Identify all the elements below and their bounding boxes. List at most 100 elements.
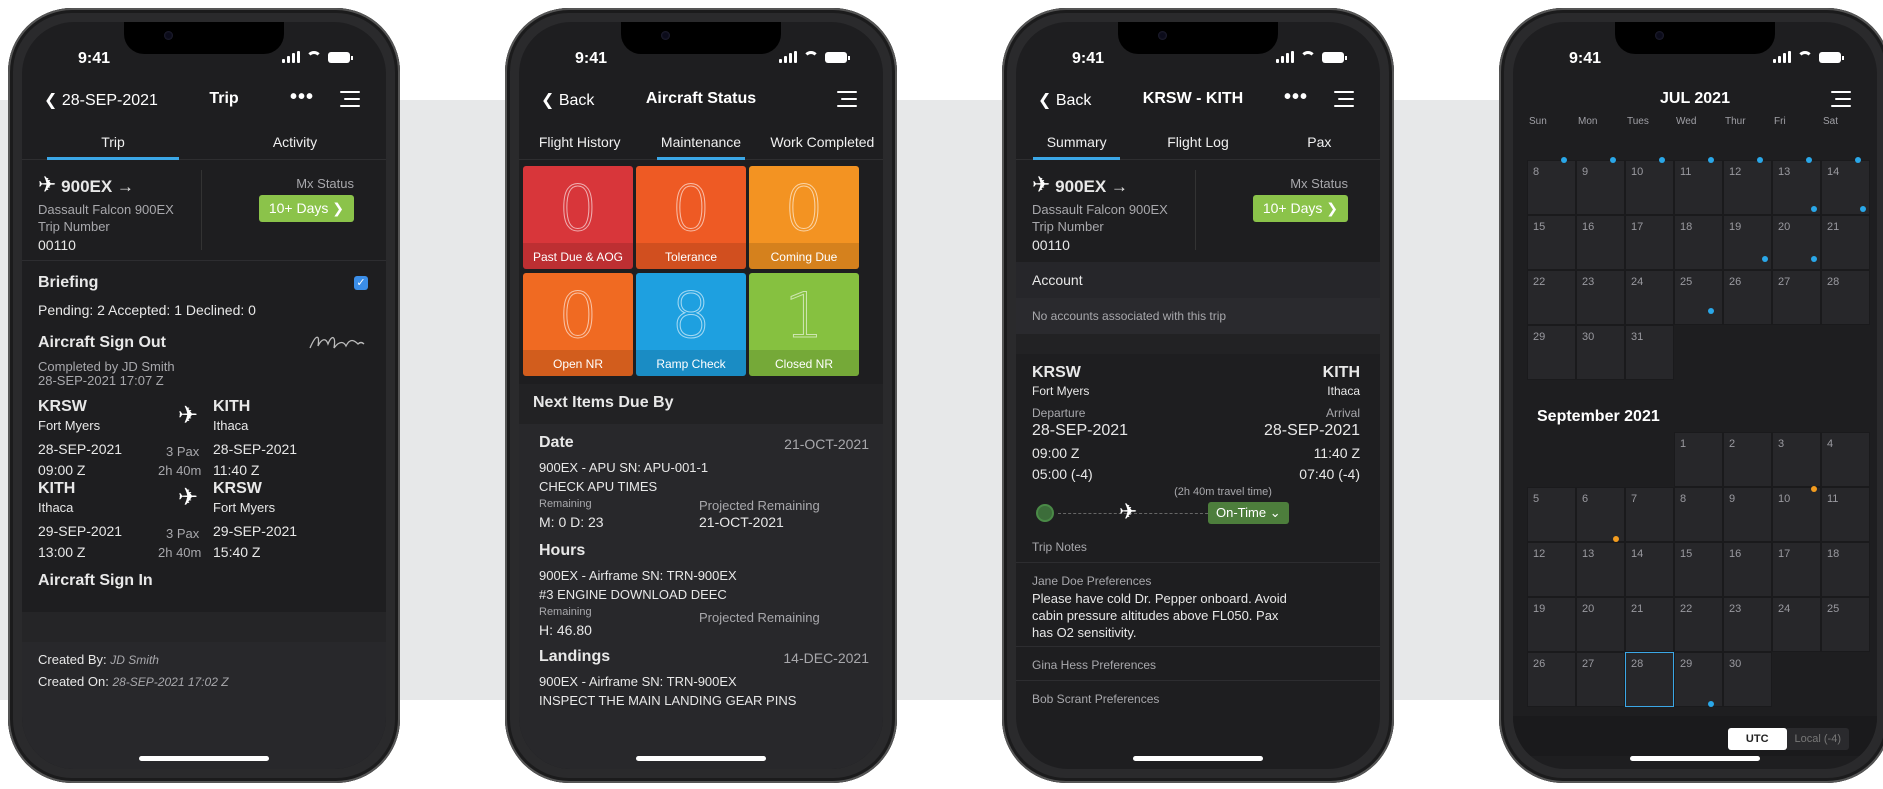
calendar-day[interactable]: 23 — [1723, 597, 1772, 652]
briefing-checkbox[interactable]: ✓ — [354, 276, 368, 290]
summary-content: ✈ 900EX → Dassault Falcon 900EX Trip Num… — [1016, 162, 1380, 769]
status-tile[interactable]: 0 Coming Due — [749, 166, 859, 269]
mx-status-button[interactable]: 10+ Days ❯ — [258, 195, 354, 222]
calendar-day[interactable]: 27 — [1772, 270, 1821, 325]
calendar-day[interactable]: 5 — [1527, 487, 1576, 542]
menu-icon[interactable] — [1831, 91, 1851, 107]
leg-row[interactable]: KRSW Fort Myers 28-SEP-2021 09:00 Z ✈ 3 … — [38, 398, 378, 482]
status-time: 9:41 — [1569, 50, 1602, 67]
calendar-day[interactable]: 26 — [1527, 652, 1576, 707]
pref3-title[interactable]: Bob Scrant Preferences — [1032, 692, 1159, 706]
calendar-day[interactable]: 16 — [1723, 542, 1772, 597]
calendar-day[interactable]: 15 — [1674, 542, 1723, 597]
calendar-day[interactable]: 18 — [1674, 215, 1723, 270]
calendar-day[interactable]: 23 — [1576, 270, 1625, 325]
calendar-day[interactable]: 30 — [1723, 652, 1772, 707]
tab-summary[interactable]: Summary — [1016, 122, 1137, 160]
calendar-day[interactable]: 14 — [1625, 542, 1674, 597]
aircraft-card[interactable]: ✈ 900EX → Dassault Falcon 900EX Trip Num… — [1032, 170, 1372, 260]
trip-number: 00110 — [38, 237, 76, 253]
menu-icon[interactable] — [1334, 91, 1354, 107]
airplane-icon: ✈ — [1032, 172, 1051, 197]
calendar-day[interactable]: 4 — [1821, 432, 1870, 487]
calendar-day[interactable]: 7 — [1625, 487, 1674, 542]
local-button[interactable]: Local (-4) — [1786, 728, 1849, 750]
chevron-left-icon: ❮ — [44, 92, 58, 109]
calendar-day[interactable]: 25 — [1821, 597, 1870, 652]
calendar-day[interactable]: 6 — [1576, 487, 1625, 542]
status-tile[interactable]: 8 Ramp Check — [636, 273, 746, 376]
due-item-line1: 900EX - Airframe SN: TRN-900EX — [539, 674, 737, 689]
calendar-day[interactable]: 11 — [1674, 160, 1723, 215]
calendar-day[interactable]: 28 — [1821, 270, 1870, 325]
airplane-icon: ✈ — [178, 402, 199, 429]
tile-label: Tolerance — [636, 243, 746, 269]
leg-row[interactable]: KITH Ithaca 29-SEP-2021 13:00 Z ✈ 3 Pax … — [38, 480, 378, 564]
menu-icon[interactable] — [340, 91, 360, 107]
calendar-day[interactable]: 3 — [1772, 432, 1821, 487]
chevron-right-icon: ❯ — [1326, 200, 1338, 216]
tab-flight-history[interactable]: Flight History — [519, 122, 640, 159]
calendar-day[interactable]: 2 — [1723, 432, 1772, 487]
calendar-day[interactable]: 27 — [1576, 652, 1625, 707]
mx-status-button[interactable]: 10+ Days ❯ — [1252, 195, 1348, 222]
remaining-value: M: 0 D: 23 — [539, 514, 604, 530]
calendar-day[interactable]: 16 — [1576, 215, 1625, 270]
due-item-type: Hours — [539, 542, 586, 559]
calendar-day[interactable]: 21 — [1821, 215, 1870, 270]
home-indicator — [1630, 756, 1760, 761]
due-item[interactable]: Landings 14-DEC-2021 900EX - Airframe SN… — [539, 648, 869, 718]
status-tile[interactable]: 0 Tolerance — [636, 166, 746, 269]
more-icon[interactable]: ••• — [290, 86, 314, 109]
calendar-day[interactable]: 24 — [1625, 270, 1674, 325]
calendar-day[interactable]: 9 — [1723, 487, 1772, 542]
calendar-day[interactable]: 8 — [1674, 487, 1723, 542]
tab-work-completed[interactable]: Work Completed — [762, 122, 883, 159]
calendar-day[interactable]: 26 — [1723, 270, 1772, 325]
calendar-day[interactable]: 20 — [1576, 597, 1625, 652]
calendar-day[interactable]: 22 — [1674, 597, 1723, 652]
due-item[interactable]: Date 21-OCT-2021 900EX - APU SN: APU-001… — [539, 434, 869, 530]
calendar-day[interactable]: 13 — [1576, 542, 1625, 597]
utc-button[interactable]: UTC — [1727, 728, 1787, 750]
calendar-day[interactable]: 30 — [1576, 325, 1625, 380]
status-tile[interactable]: 0 Open NR — [523, 273, 633, 376]
status-tile[interactable]: 0 Past Due & AOG — [523, 166, 633, 269]
tab-maintenance[interactable]: Maintenance — [640, 122, 761, 160]
calendar-day[interactable]: 19 — [1527, 597, 1576, 652]
tab-activity[interactable]: Activity — [204, 122, 386, 159]
calendar-day[interactable]: 17 — [1772, 542, 1821, 597]
ontime-dropdown[interactable]: On-Time ⌄ — [1208, 502, 1289, 524]
calendar-day[interactable]: 18 — [1821, 542, 1870, 597]
calendar-day[interactable]: 10 — [1625, 160, 1674, 215]
calendar-day[interactable]: 15 — [1527, 215, 1576, 270]
menu-icon[interactable] — [837, 91, 857, 107]
calendar-day[interactable]: 1 — [1674, 432, 1723, 487]
tab-pax[interactable]: Pax — [1259, 122, 1380, 159]
calendar-day[interactable]: 29 — [1674, 652, 1723, 707]
calendar-day[interactable]: 11 — [1821, 487, 1870, 542]
screen-aircraft-status: 9:41 ❮ Back Aircraft Status Flight Histo… — [519, 22, 883, 769]
calendar-day[interactable]: 21 — [1625, 597, 1674, 652]
nav-bar: JUL 2021 — [1513, 82, 1877, 118]
more-icon[interactable]: ••• — [1284, 86, 1308, 109]
calendar-day[interactable]: 12 — [1527, 542, 1576, 597]
calendar-day[interactable]: 31 — [1625, 325, 1674, 380]
calendar-day[interactable]: 8 — [1527, 160, 1576, 215]
calendar-day[interactable]: 24 — [1772, 597, 1821, 652]
leg-dep-date: 28-SEP-2021 — [38, 441, 123, 457]
pref2-title[interactable]: Gina Hess Preferences — [1032, 658, 1156, 672]
calendar-day[interactable]: 9 — [1576, 160, 1625, 215]
aircraft-card[interactable]: ✈ 900EX → Dassault Falcon 900EX Trip Num… — [38, 170, 378, 260]
calendar-day[interactable]: 29 — [1527, 325, 1576, 380]
calendar-day[interactable]: 17 — [1625, 215, 1674, 270]
due-item[interactable]: Hours 900EX - Airframe SN: TRN-900EX #3 … — [539, 542, 869, 638]
status-tile[interactable]: 1 Closed NR — [749, 273, 859, 376]
calendar-day-selected[interactable]: 28 — [1625, 652, 1674, 707]
tab-flight-log[interactable]: Flight Log — [1137, 122, 1258, 159]
calendar-day[interactable]: 12 — [1723, 160, 1772, 215]
calendar-day[interactable]: 22 — [1527, 270, 1576, 325]
calendar-day[interactable]: 25 — [1674, 270, 1723, 325]
tab-trip[interactable]: Trip — [22, 122, 204, 160]
calendar-day[interactable]: 10 — [1772, 487, 1821, 542]
